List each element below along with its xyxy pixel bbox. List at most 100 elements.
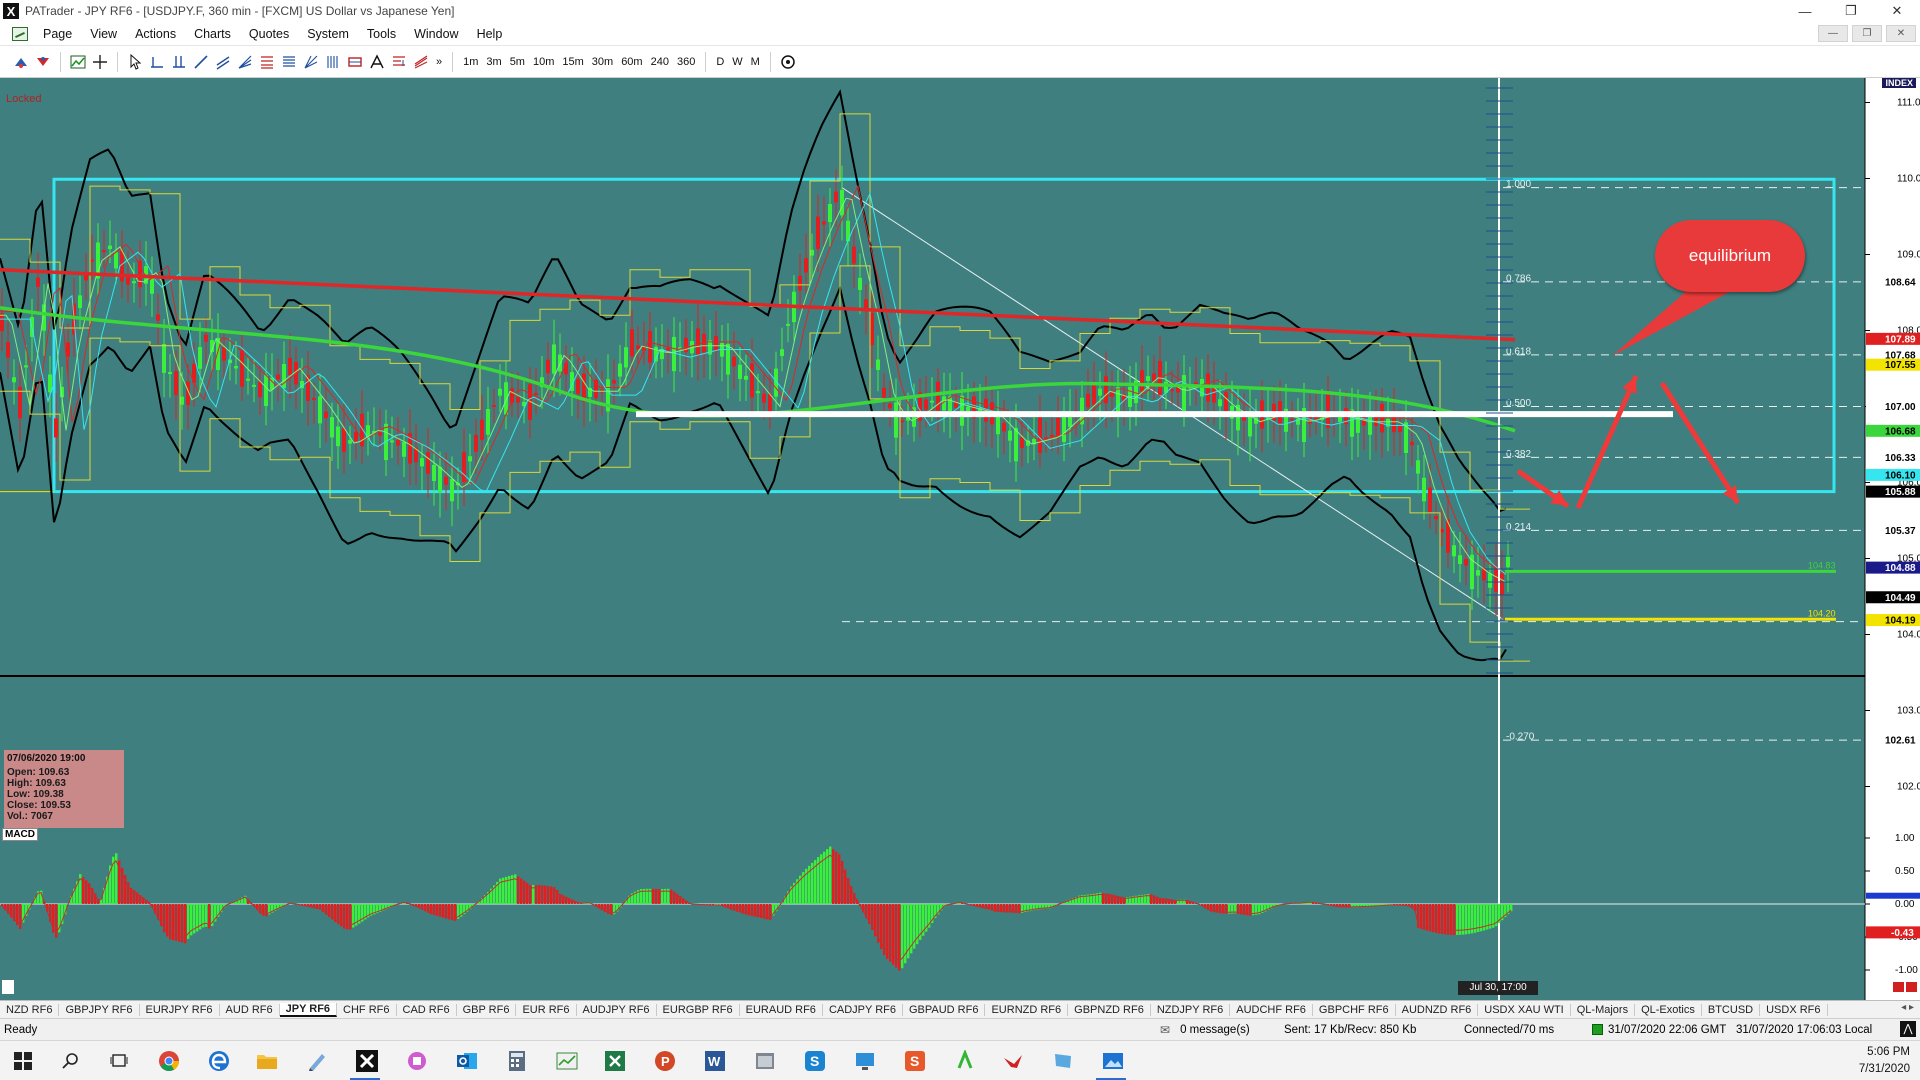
tab-ql-exotics[interactable]: QL-Exotics (1635, 1003, 1702, 1016)
tab-eurjpy-rf6[interactable]: EURJPY RF6 (140, 1003, 220, 1016)
menu-tools[interactable]: Tools (358, 27, 405, 41)
menu-page[interactable]: Page (34, 27, 81, 41)
levels-icon[interactable] (388, 51, 410, 73)
fibonacci-extension-icon[interactable] (278, 51, 300, 73)
tab-eurnzd-rf6[interactable]: EURNZD RF6 (985, 1003, 1069, 1016)
buy-icon[interactable] (10, 51, 32, 73)
menu-help[interactable]: Help (468, 27, 512, 41)
outlook-icon[interactable] (454, 1049, 480, 1073)
text-tool-icon[interactable] (366, 51, 388, 73)
chart-properties-icon[interactable] (67, 51, 89, 73)
price-axis-panel[interactable] (1865, 78, 1920, 1000)
tab-gbp-rf6[interactable]: GBP RF6 (457, 1003, 517, 1016)
crosshair-icon[interactable] (89, 51, 111, 73)
search-icon[interactable] (58, 1049, 84, 1073)
close-button[interactable]: ✕ (1874, 0, 1920, 22)
tab-audchf-rf6[interactable]: AUDCHF RF6 (1230, 1003, 1313, 1016)
sell-icon[interactable] (32, 51, 54, 73)
channel-icon[interactable] (212, 51, 234, 73)
fibonacci-fan-icon[interactable] (234, 51, 256, 73)
timeframe-15m[interactable]: 15m (558, 56, 587, 68)
tab-scroll-arrows[interactable]: ◂ ▸ (1901, 1002, 1914, 1013)
child-minimize-button[interactable]: — (1818, 25, 1848, 42)
child-restore-button[interactable]: ❐ (1852, 25, 1882, 42)
task-view-icon[interactable] (106, 1049, 132, 1073)
rectangle-icon[interactable] (344, 51, 366, 73)
timeframe-60m[interactable]: 60m (617, 56, 646, 68)
file-explorer-icon[interactable] (254, 1049, 280, 1073)
menu-charts[interactable]: Charts (185, 27, 240, 41)
chrome-icon[interactable] (156, 1049, 182, 1073)
menu-actions[interactable]: Actions (126, 27, 185, 41)
minimize-button[interactable]: — (1782, 0, 1828, 22)
timeframe-1m[interactable]: 1m (459, 56, 482, 68)
tab-nzdjpy-rf6[interactable]: NZDJPY RF6 (1151, 1003, 1231, 1016)
arrow-down-second[interactable] (1659, 381, 1741, 505)
pointer-icon[interactable] (124, 51, 146, 73)
gann-icon[interactable] (300, 51, 322, 73)
photos-icon[interactable] (1100, 1049, 1126, 1073)
timeframe-3m[interactable]: 3m (482, 56, 505, 68)
patrader-tray-icon[interactable]: ⋀ (1900, 1021, 1916, 1037)
tab-btcusd[interactable]: BTCUSD (1702, 1003, 1761, 1016)
monitor-app-icon[interactable] (1050, 1049, 1076, 1073)
price-chart[interactable]: 111.00110.00109.00108.00107.00106.00105.… (0, 78, 1920, 1000)
tab-gbpnzd-rf6[interactable]: GBPNZD RF6 (1068, 1003, 1151, 1016)
horizontal-line-icon[interactable] (146, 51, 168, 73)
tab-gbpchf-rf6[interactable]: GBPCHF RF6 (1313, 1003, 1396, 1016)
tab-chf-rf6[interactable]: CHF RF6 (337, 1003, 397, 1016)
timeframe-360[interactable]: 360 (673, 56, 699, 68)
vertical-line-icon[interactable] (168, 51, 190, 73)
clock-icon[interactable] (777, 51, 799, 73)
toolbar-overflow[interactable]: » (432, 56, 446, 68)
tab-ql-majors[interactable]: QL-Majors (1571, 1003, 1636, 1016)
tab-aud-rf6[interactable]: AUD RF6 (220, 1003, 280, 1016)
cycle-lines-icon[interactable] (322, 51, 344, 73)
menu-view[interactable]: View (81, 27, 126, 41)
powerpoint-icon[interactable]: P (652, 1049, 678, 1073)
period-daily[interactable]: D (712, 56, 728, 68)
arrow-up-equilibrium[interactable] (1575, 374, 1639, 510)
bollinger-upper[interactable] (0, 89, 1507, 513)
status-messages[interactable]: ✉ 0 message(s) (1160, 1023, 1250, 1037)
red-bird-icon[interactable] (1000, 1049, 1026, 1073)
tab-eur-rf6[interactable]: EUR RF6 (516, 1003, 577, 1016)
timeframe-30m[interactable]: 30m (588, 56, 617, 68)
calculator-icon[interactable] (504, 1049, 530, 1073)
menu-quotes[interactable]: Quotes (240, 27, 298, 41)
notepad-icon[interactable] (304, 1049, 330, 1073)
timeframe-10m[interactable]: 10m (529, 56, 558, 68)
snagit-icon[interactable]: S (902, 1049, 928, 1073)
skype-icon[interactable]: S (802, 1049, 828, 1073)
fibonacci-retracement-icon[interactable] (256, 51, 278, 73)
timeframe-240[interactable]: 240 (647, 56, 673, 68)
patrader-taskbar-icon[interactable] (354, 1049, 380, 1073)
taskbar-clock[interactable]: 5:06 PM 7/31/2020 (1859, 1044, 1910, 1078)
axis-zoom-icon[interactable] (1906, 982, 1917, 992)
tab-cad-rf6[interactable]: CAD RF6 (397, 1003, 457, 1016)
sma-200-red[interactable] (0, 267, 1516, 342)
period-weekly[interactable]: W (728, 56, 746, 68)
tab-gbpaud-rf6[interactable]: GBPAUD RF6 (903, 1003, 986, 1016)
tab-usdx-xau-wti[interactable]: USDX XAU WTI (1478, 1003, 1571, 1016)
tab-gbpjpy-rf6[interactable]: GBPJPY RF6 (59, 1003, 140, 1016)
andrews-pitchfork-icon[interactable] (410, 51, 432, 73)
tab-audnzd-rf6[interactable]: AUDNZD RF6 (1396, 1003, 1479, 1016)
period-monthly[interactable]: M (747, 56, 764, 68)
child-close-button[interactable]: ✕ (1886, 25, 1916, 42)
equilibrium-callout[interactable]: equilibrium (1655, 220, 1805, 292)
windows-start-icon[interactable] (10, 1049, 36, 1073)
tab-euraud-rf6[interactable]: EURAUD RF6 (740, 1003, 823, 1016)
word-icon[interactable]: W (702, 1049, 728, 1073)
range-box[interactable] (52, 177, 1836, 494)
green-app-icon[interactable] (952, 1049, 978, 1073)
menu-system[interactable]: System (298, 27, 358, 41)
trendline-icon[interactable] (190, 51, 212, 73)
tab-jpy-rf6[interactable]: JPY RF6 (279, 1002, 338, 1017)
timeframe-5m[interactable]: 5m (506, 56, 529, 68)
tab-nzd-rf6[interactable]: NZD RF6 (0, 1003, 60, 1016)
tab-audjpy-rf6[interactable]: AUDJPY RF6 (577, 1003, 657, 1016)
tab-usdx-rf6[interactable]: USDX RF6 (1760, 1003, 1828, 1016)
tab-eurgbp-rf6[interactable]: EURGBP RF6 (657, 1003, 740, 1016)
tab-cadjpy-rf6[interactable]: CADJPY RF6 (823, 1003, 903, 1016)
